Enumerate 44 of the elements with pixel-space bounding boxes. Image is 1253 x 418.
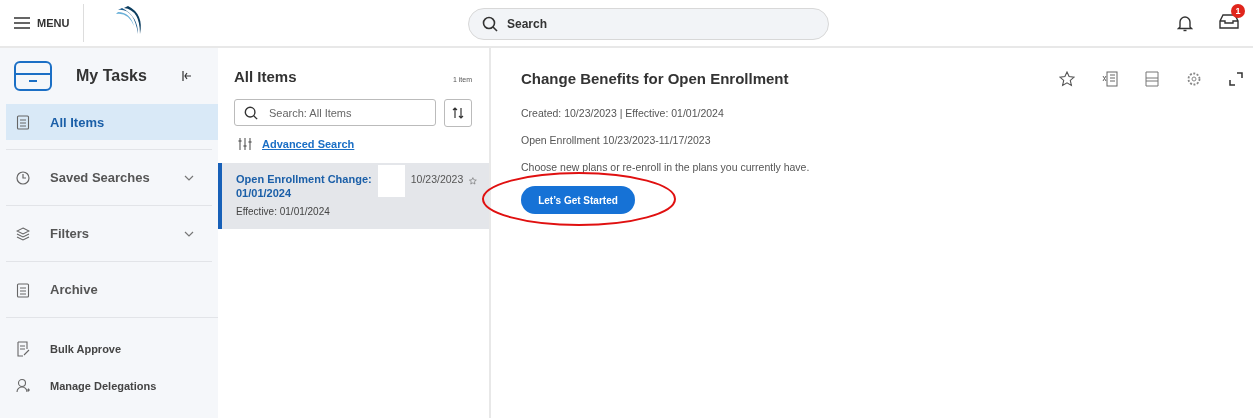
detail-title: Change Benefits for Open Enrollment [521,70,789,87]
detail-text: Open Enrollment 10/23/2023-11/17/2023 [521,134,712,146]
sort-icon [452,107,464,119]
sidebar-item-icon [16,378,30,394]
search-icon [244,106,258,120]
notification-badge: 1 [1231,4,1245,18]
detail-text: Choose new plans or re-enroll in the plans you currently have. [521,161,811,173]
sidebar-item[interactable]: All Items [6,104,218,140]
sidebar-item[interactable]: Archive [6,261,212,317]
sidebar-item[interactable]: Filters [6,205,212,261]
task-title: 01/01/2024 [236,187,293,199]
menu-button[interactable]: MENU [0,4,85,42]
search-icon [482,16,498,32]
get-started-button[interactable]: Let’s Get Started [521,186,635,214]
sidebar-title: My Tasks [76,67,148,85]
sidebar-item-icon [16,169,30,186]
inbox-icon[interactable] [1219,13,1239,29]
bell-icon[interactable] [1177,14,1193,32]
sidebar-item-icon [16,281,30,298]
sidebar-item[interactable]: Bulk Approve [6,317,218,370]
sidebar-item[interactable]: Saved Searches [6,149,212,205]
sidebar-item-icon [16,225,30,242]
sidebar-item-icon [16,341,30,357]
filter-sliders-icon [238,137,252,151]
sidebar-item-icon [16,114,30,130]
tray-icon [14,61,52,91]
menu-icon [14,17,30,29]
collapse-icon[interactable] [182,71,192,81]
expand-icon[interactable] [1229,71,1243,86]
document-icon[interactable] [1145,70,1159,87]
detail-text: Created: 10/23/2023 | Effective: 01/01/2024 [521,107,725,119]
settings-icon[interactable] [1186,70,1202,87]
list-search-field[interactable]: Search: All Items [234,99,436,126]
sort-button[interactable] [444,99,472,127]
task-list-item[interactable]: Open Enrollment Change: 01/01/2024 10/23/2023 Effective: 01/01/2024 [218,163,489,229]
spreadsheet-icon[interactable] [1102,70,1118,87]
task-subtitle: Effective: 01/01/2024 [236,206,331,217]
task-title: Open Enrollment Change: [236,173,372,185]
advanced-search-link[interactable]: Advanced Search [262,138,355,150]
task-date: 10/23/2023 [410,173,464,185]
sidebar-item[interactable]: Manage Delegations [6,370,218,402]
search-field[interactable]: Search [468,8,829,40]
star-icon[interactable] [1059,70,1075,87]
list-title: All Items [234,68,297,85]
